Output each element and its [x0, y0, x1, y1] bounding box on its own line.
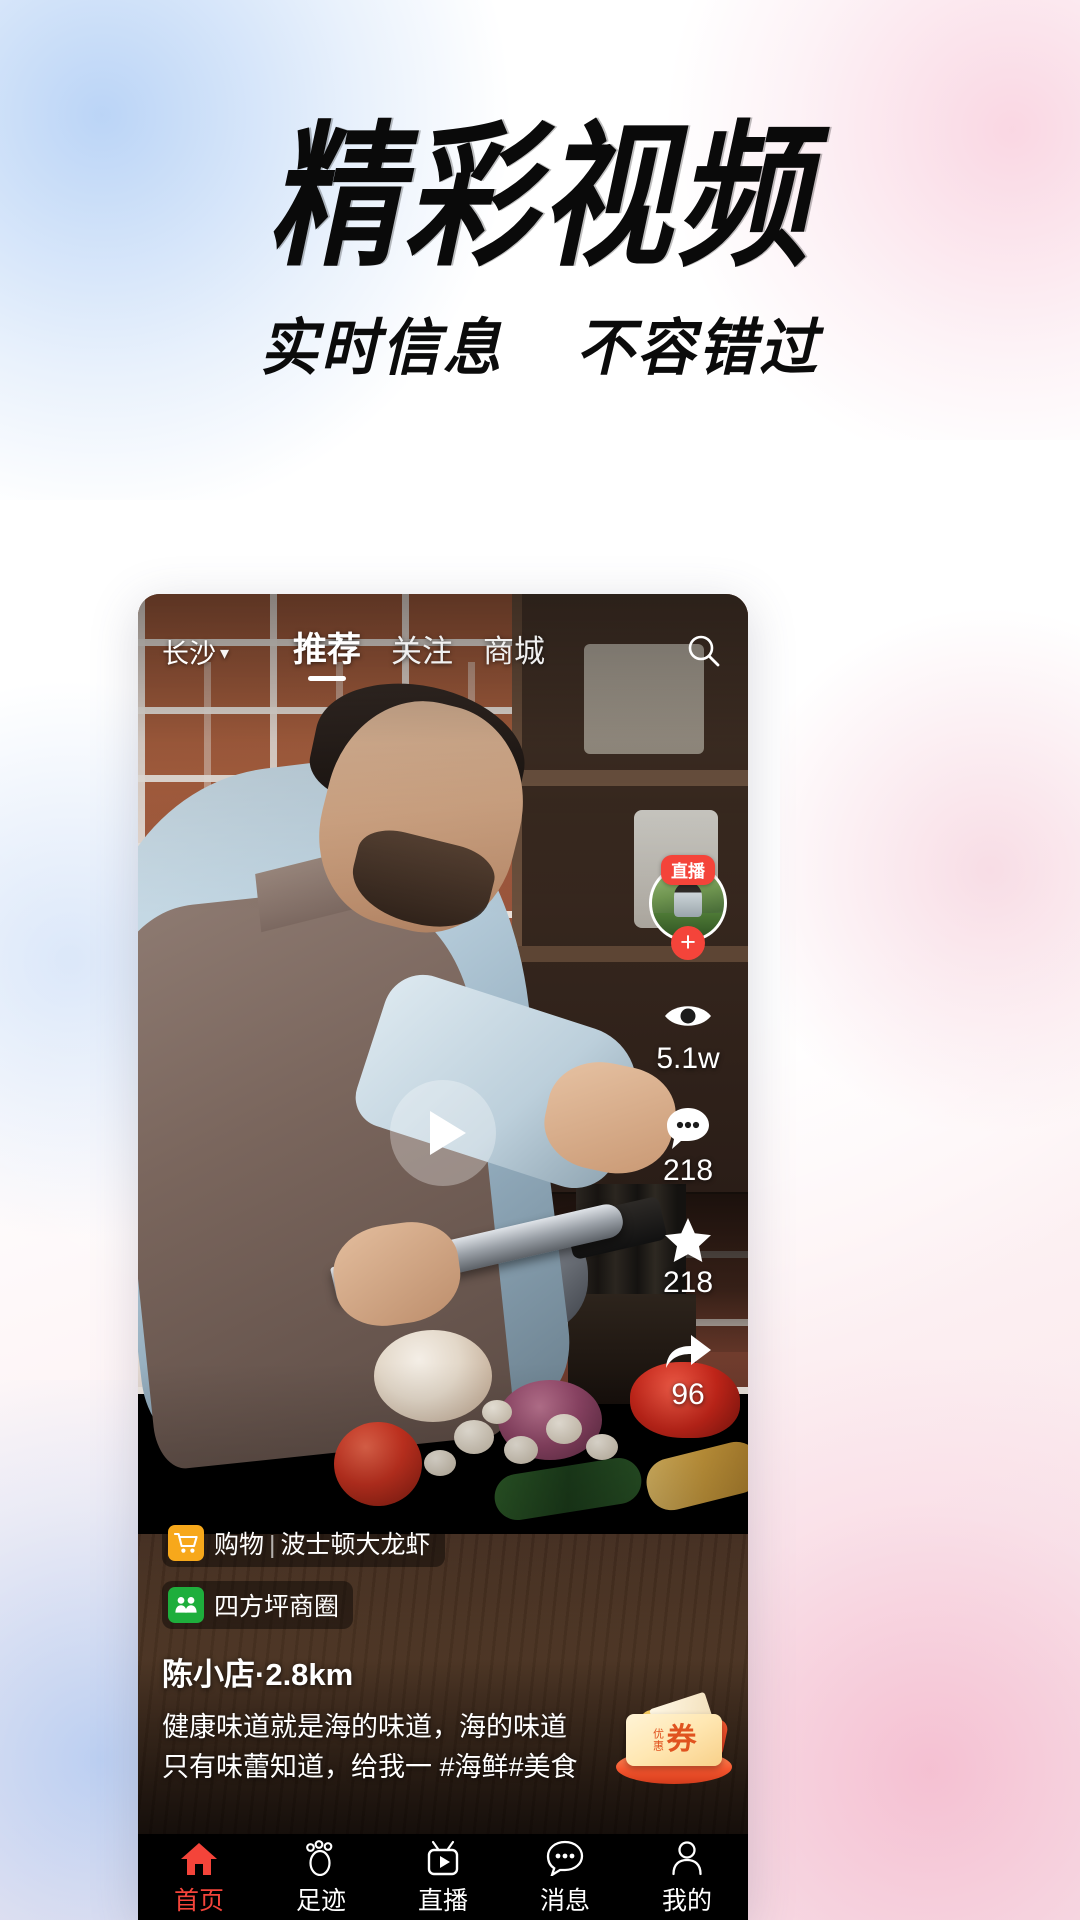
- action-rail: 直播 + 5.1w 218 218 96: [642, 855, 734, 1442]
- bottom-tab-bar: 首页 足迹 直播 消息 我的: [138, 1834, 748, 1920]
- eye-icon: [662, 994, 714, 1038]
- location-selector[interactable]: 长沙 ▾: [162, 632, 229, 671]
- video-caption: 健康味道就是海的味道，海的味道只有味蕾知道，给我一 #海鲜#美食: [162, 1712, 578, 1783]
- tabbar-label-message: 消息: [539, 1886, 590, 1915]
- tabbar-label-home: 首页: [173, 1886, 224, 1915]
- comment-icon: [662, 1106, 714, 1150]
- tabbar-item-footprint[interactable]: 足迹: [260, 1838, 382, 1917]
- video-info-overlay: 购物 | 波士顿大龙虾 四方坪商圈 陈小店·2.8km 健康味道就是海的味道，海的味…: [162, 1519, 592, 1788]
- top-navigation-bar: 长沙 ▾ 推荐 关注 商城: [138, 620, 748, 682]
- promo-subheadline-right: 不容错过: [576, 314, 821, 383]
- tabbar-label-live: 直播: [417, 1886, 468, 1915]
- author-avatar-group[interactable]: 直播 +: [649, 855, 727, 960]
- follow-button[interactable]: +: [671, 926, 705, 960]
- shopping-separator: |: [269, 1531, 276, 1560]
- share-count-stat[interactable]: 96: [662, 1330, 714, 1412]
- view-count-stat[interactable]: 5.1w: [656, 994, 720, 1076]
- tab-recommend[interactable]: 推荐: [293, 622, 361, 681]
- tabbar-item-home[interactable]: 首页: [138, 1838, 260, 1917]
- avatar-person: [674, 883, 702, 917]
- chevron-down-icon: ▾: [220, 642, 230, 663]
- tab-recommend-label: 推荐: [293, 630, 362, 669]
- tab-following-label: 关注: [391, 633, 454, 669]
- shopping-tag-text: 购物 | 波士顿大龙虾: [214, 1525, 431, 1561]
- live-badge[interactable]: 直播: [661, 855, 715, 885]
- home-icon: [180, 1838, 218, 1876]
- tabbar-item-profile[interactable]: 我的: [626, 1838, 748, 1917]
- shopping-label: 购物: [214, 1531, 265, 1560]
- view-count-label: 5.1w: [656, 1042, 720, 1075]
- tabbar-label-profile: 我的: [661, 1886, 712, 1915]
- shopping-product: 波士顿大龙虾: [280, 1531, 431, 1560]
- comment-count-stat[interactable]: 218: [662, 1106, 714, 1188]
- feed-tabs: 推荐 关注 商城: [293, 622, 545, 681]
- area-tag[interactable]: 四方坪商圈: [162, 1581, 354, 1630]
- phone-mockup: 长沙 ▾ 推荐 关注 商城 直播 + 5.1w 218 218 96 购物 | …: [138, 594, 748, 1920]
- favorite-count-label: 218: [662, 1266, 714, 1299]
- coupon-ticket: 优惠 券: [626, 1714, 722, 1766]
- promo-subheadline: 实时信息 不容错过: [0, 318, 1080, 379]
- coupon-widget[interactable]: 优惠 券: [610, 1682, 738, 1790]
- group-icon: [168, 1587, 204, 1624]
- background-blob-mid-right: [780, 560, 1080, 1180]
- promo-header: 精彩视频 实时信息 不容错过: [0, 0, 1080, 379]
- tabbar-item-live[interactable]: 直播: [382, 1838, 504, 1917]
- share-icon: [662, 1330, 714, 1374]
- tab-mall-label: 商城: [483, 633, 546, 669]
- cart-icon: [168, 1525, 204, 1562]
- search-icon[interactable]: [684, 631, 724, 671]
- promo-subheadline-left: 实时信息: [259, 314, 504, 383]
- tabbar-label-footprint: 足迹: [295, 1886, 346, 1915]
- store-distance-line: 陈小店·2.8km: [162, 1657, 354, 1693]
- coupon-ticket-big-label: 券: [666, 1723, 697, 1756]
- favorite-count-stat[interactable]: 218: [662, 1218, 714, 1300]
- comment-count-label: 218: [662, 1154, 714, 1187]
- person-icon: [671, 1838, 703, 1876]
- play-button[interactable]: [390, 1080, 496, 1186]
- coupon-ticket-small-label: 优惠: [651, 1728, 664, 1752]
- footprint-icon: [304, 1838, 338, 1876]
- area-tag-label: 四方坪商圈: [214, 1593, 340, 1622]
- tabbar-item-message[interactable]: 消息: [504, 1838, 626, 1917]
- star-icon: [662, 1218, 714, 1262]
- play-icon: [429, 1111, 466, 1155]
- tab-mall[interactable]: 商城: [483, 626, 545, 681]
- tab-following[interactable]: 关注: [391, 626, 453, 681]
- promo-headline: 精彩视频: [268, 110, 812, 285]
- live-tv-icon: [425, 1838, 461, 1876]
- message-icon: [546, 1838, 584, 1876]
- location-label: 长沙: [162, 638, 216, 669]
- share-count-label: 96: [671, 1378, 705, 1411]
- shopping-tag[interactable]: 购物 | 波士顿大龙虾: [162, 1519, 445, 1568]
